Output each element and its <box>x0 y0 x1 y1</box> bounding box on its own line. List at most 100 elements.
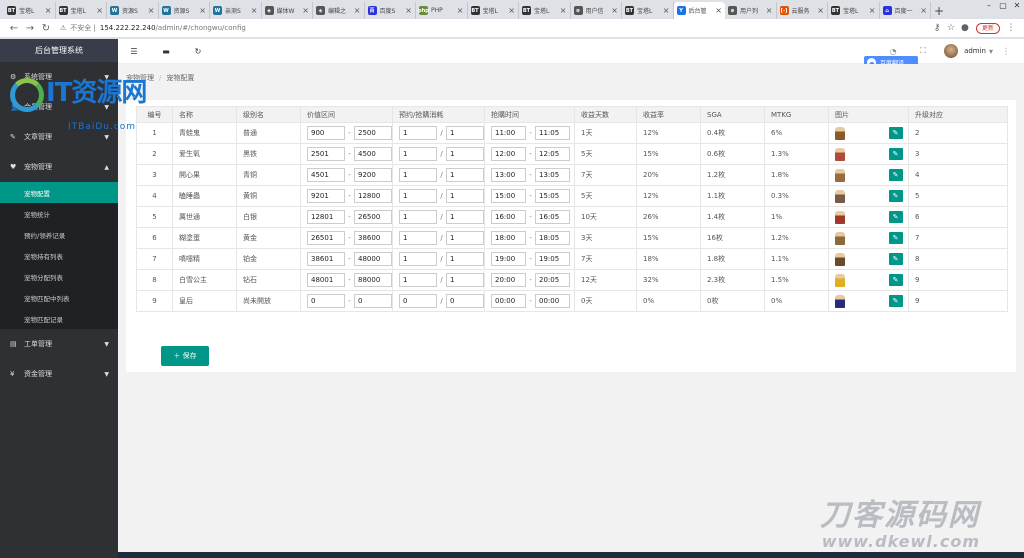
tab-close-icon[interactable]: × <box>302 6 309 15</box>
edit-image-button[interactable]: ✎ <box>888 127 903 139</box>
value-min-input[interactable]: 26501 <box>307 231 345 245</box>
time-end-input[interactable]: 13:05 <box>535 168 570 182</box>
more-vert-icon[interactable]: ⋮ <box>996 47 1016 56</box>
tab-close-icon[interactable]: × <box>354 6 361 15</box>
browser-tab[interactable]: ⊕ 用户列 × <box>725 2 777 19</box>
time-start-input[interactable]: 16:00 <box>491 210 526 224</box>
consume-b-input[interactable]: 1 <box>446 126 484 140</box>
browser-tab[interactable]: BT 宝塔L × <box>4 2 56 19</box>
maximize-icon[interactable]: ▢ <box>996 0 1010 10</box>
time-start-input[interactable]: 20:00 <box>491 273 526 287</box>
tab-close-icon[interactable]: × <box>715 6 722 15</box>
value-min-input[interactable]: 12801 <box>307 210 345 224</box>
value-min-input[interactable]: 38601 <box>307 252 345 266</box>
edit-image-button[interactable]: ✎ <box>888 253 903 265</box>
time-end-input[interactable]: 16:05 <box>535 210 570 224</box>
browser-tab[interactable]: ◈ 编辑之 × <box>313 2 365 19</box>
tab-close-icon[interactable]: × <box>251 6 258 15</box>
tab-close-icon[interactable]: × <box>869 6 876 15</box>
tab-close-icon[interactable]: × <box>663 6 670 15</box>
consume-b-input[interactable]: 1 <box>446 147 484 161</box>
browser-tab[interactable]: BT 宝塔L × <box>828 2 880 19</box>
consume-b-input[interactable]: 0 <box>446 294 484 308</box>
key-icon[interactable]: ⚷ <box>930 23 944 33</box>
time-start-input[interactable]: 13:00 <box>491 168 526 182</box>
avatar[interactable] <box>944 44 959 58</box>
value-max-input[interactable]: 12800 <box>354 189 392 203</box>
minimize-icon[interactable]: – <box>982 0 996 10</box>
value-min-input[interactable]: 4501 <box>307 168 345 182</box>
new-tab-button[interactable]: + <box>931 2 947 19</box>
time-end-input[interactable]: 00:00 <box>535 294 570 308</box>
tab-close-icon[interactable]: × <box>817 6 824 15</box>
sidebar-menu-item[interactable]: ¥ 资金管理 ▼ <box>0 359 118 389</box>
consume-b-input[interactable]: 1 <box>446 210 484 224</box>
save-button[interactable]: ＋ 保存 <box>161 346 209 366</box>
consume-b-input[interactable]: 1 <box>446 189 484 203</box>
time-end-input[interactable]: 20:05 <box>535 273 570 287</box>
edit-image-button[interactable]: ✎ <box>888 169 903 181</box>
time-end-input[interactable]: 12:05 <box>535 147 570 161</box>
edit-image-button[interactable]: ✎ <box>888 295 903 307</box>
browser-tab[interactable]: BT 宝塔L × <box>519 2 571 19</box>
time-start-input[interactable]: 12:00 <box>491 147 526 161</box>
consume-a-input[interactable]: 0 <box>399 294 437 308</box>
fullscreen-icon[interactable]: ⛶ <box>908 46 938 56</box>
time-start-input[interactable]: 00:00 <box>491 294 526 308</box>
sidebar-subitem[interactable]: 预约/领养记录 <box>0 224 118 245</box>
edit-image-button[interactable]: ✎ <box>888 232 903 244</box>
chevron-down-icon[interactable]: ▾ <box>986 47 996 56</box>
address-bar[interactable]: ⚠ 不安全 | 154.222.22.240 /admin/#/chongwu/… <box>60 21 924 35</box>
sidebar-menu-item[interactable]: ▤ 工单管理 ▼ <box>0 329 118 359</box>
consume-b-input[interactable]: 1 <box>446 168 484 182</box>
time-end-input[interactable]: 19:05 <box>535 252 570 266</box>
sidebar-subitem[interactable]: 宠物持有列表 <box>0 245 118 266</box>
tab-close-icon[interactable]: × <box>457 6 464 15</box>
browser-tab[interactable]: BT 宝塔L × <box>622 2 674 19</box>
forward-icon[interactable]: → <box>22 23 38 34</box>
value-max-input[interactable]: 88000 <box>354 273 392 287</box>
browser-tab[interactable]: ⌂ 百度一 × <box>880 2 931 19</box>
tab-close-icon[interactable]: × <box>45 6 52 15</box>
reload-icon[interactable]: ↻ <box>38 23 54 34</box>
tab-close-icon[interactable]: × <box>560 6 567 15</box>
time-end-input[interactable]: 15:05 <box>535 189 570 203</box>
consume-b-input[interactable]: 1 <box>446 231 484 245</box>
value-max-input[interactable]: 48000 <box>354 252 392 266</box>
sidebar-subitem[interactable]: 宠物匹配中列表 <box>0 287 118 308</box>
theme-icon[interactable]: ◔ <box>878 47 908 56</box>
browser-tab[interactable]: W 资源S × <box>159 2 210 19</box>
value-min-input[interactable]: 9201 <box>307 189 345 203</box>
browser-tab[interactable]: ◈ 媒体W × <box>262 2 313 19</box>
value-min-input[interactable]: 900 <box>307 126 345 140</box>
edit-image-button[interactable]: ✎ <box>888 190 903 202</box>
close-window-icon[interactable]: ✕ <box>1010 0 1024 10</box>
browser-tab[interactable]: W 资源S × <box>107 2 159 19</box>
star-icon[interactable]: ☆ <box>944 23 958 33</box>
tab-close-icon[interactable]: × <box>96 6 103 15</box>
tab-close-icon[interactable]: × <box>611 6 618 15</box>
tab-close-icon[interactable]: × <box>199 6 206 15</box>
time-end-input[interactable]: 11:05 <box>535 126 570 140</box>
time-end-input[interactable]: 18:05 <box>535 231 570 245</box>
sidebar-subitem[interactable]: 宠物统计 <box>0 203 118 224</box>
consume-a-input[interactable]: 1 <box>399 189 437 203</box>
value-max-input[interactable]: 2500 <box>354 126 392 140</box>
browser-tab[interactable]: 百百度S × <box>365 2 416 19</box>
value-max-input[interactable]: 0 <box>354 294 392 308</box>
consume-a-input[interactable]: 1 <box>399 210 437 224</box>
consume-b-input[interactable]: 1 <box>446 273 484 287</box>
tab-close-icon[interactable]: × <box>766 6 773 15</box>
value-min-input[interactable]: 0 <box>307 294 345 308</box>
sidebar-subitem[interactable]: 宠物分配列表 <box>0 266 118 287</box>
sidebar-menu-item[interactable]: ♥ 宠物管理 ▲ <box>0 152 118 182</box>
consume-a-input[interactable]: 1 <box>399 168 437 182</box>
menu-toggle-icon[interactable]: ☰ <box>118 47 150 56</box>
sidebar-subitem[interactable]: 宠物配置 <box>0 182 118 203</box>
back-icon[interactable]: ← <box>6 23 22 34</box>
value-min-input[interactable]: 2501 <box>307 147 345 161</box>
consume-a-input[interactable]: 1 <box>399 147 437 161</box>
consume-a-input[interactable]: 1 <box>399 231 437 245</box>
browser-tab[interactable]: BT 宝塔L × <box>56 2 107 19</box>
more-icon[interactable]: ⋮ <box>1004 23 1018 33</box>
